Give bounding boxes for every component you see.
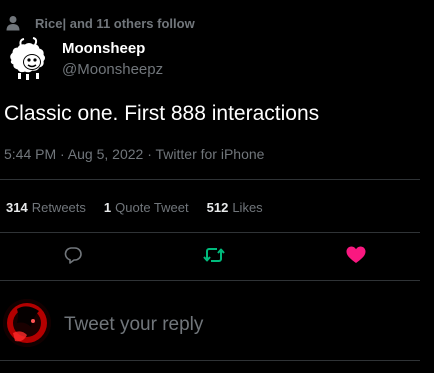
likes-stat[interactable]: 512 Likes	[207, 199, 263, 217]
social-context[interactable]: Rice| and 11 others follow	[6, 14, 195, 32]
author-display-name[interactable]: Moonsheep	[62, 39, 163, 58]
tweet-meta[interactable]: 5:44 PM · Aug 5, 2022 · Twitter for iPho…	[4, 145, 264, 163]
divider	[0, 280, 420, 281]
like-button[interactable]	[345, 246, 367, 268]
social-context-text: Rice| and 11 others follow	[35, 15, 195, 31]
reply-icon	[63, 245, 83, 270]
tweet-text: Classic one. First 888 interactions	[4, 102, 320, 125]
tweet-actions	[0, 246, 434, 268]
person-icon	[6, 15, 20, 31]
heart-icon	[346, 246, 366, 269]
tweet-stats: 314 Retweets 1 Quote Tweet 512 Likes	[6, 199, 281, 217]
divider	[0, 360, 420, 361]
reply-button[interactable]	[62, 246, 84, 268]
retweet-button[interactable]	[203, 246, 225, 268]
author-names: Moonsheep @Moonsheepz	[62, 36, 163, 82]
retweets-stat[interactable]: 314 Retweets	[6, 199, 86, 217]
retweet-icon	[203, 245, 225, 270]
stat-count: 1	[103, 200, 112, 215]
author-handle[interactable]: @Moonsheepz	[62, 60, 163, 79]
sheep-avatar-icon[interactable]	[6, 36, 52, 82]
divider	[0, 179, 420, 180]
user-avatar[interactable]	[3, 299, 51, 347]
stat-count: 512	[206, 200, 229, 215]
stat-count: 314	[6, 200, 28, 215]
divider	[0, 232, 420, 233]
quote-tweets-stat[interactable]: 1 Quote Tweet	[104, 199, 189, 217]
reply-composer: Tweet your reply	[0, 296, 434, 352]
reply-input[interactable]: Tweet your reply	[64, 314, 203, 336]
tweet-author: Moonsheep @Moonsheepz	[6, 36, 163, 82]
stat-label: Quote Tweet	[115, 200, 189, 215]
stat-label: Likes	[232, 200, 263, 215]
stat-label: Retweets	[31, 200, 86, 215]
